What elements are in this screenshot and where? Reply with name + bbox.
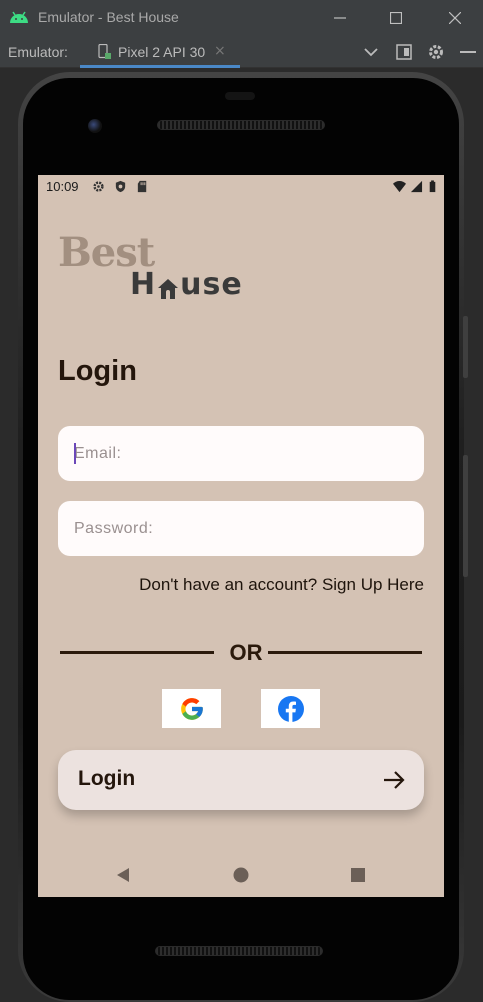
divider-line-left xyxy=(60,651,214,654)
divider-line-right xyxy=(268,651,422,654)
volume-button[interactable] xyxy=(463,455,468,577)
tab-close-icon[interactable]: × xyxy=(214,43,226,59)
proximity-sensor xyxy=(225,92,255,100)
facebook-icon xyxy=(277,695,304,722)
window-titlebar: Emulator - Best House xyxy=(0,0,483,36)
top-speaker xyxy=(157,120,325,130)
page-title: Login xyxy=(58,355,137,387)
google-icon xyxy=(180,697,203,720)
email-field[interactable] xyxy=(58,426,424,481)
system-navigation-bar xyxy=(38,855,444,897)
google-login-button[interactable] xyxy=(162,689,221,728)
or-text: OR xyxy=(229,640,263,665)
signup-link[interactable]: Don't have an account? Sign Up Here xyxy=(139,575,424,595)
email-input[interactable] xyxy=(58,426,424,481)
close-icon[interactable] xyxy=(442,6,468,30)
layout-icon[interactable] xyxy=(394,42,414,62)
facebook-login-button[interactable] xyxy=(261,689,320,728)
emulator-toolbar: Emulator: Pixel 2 API 30 × xyxy=(0,36,483,68)
device-icon xyxy=(98,44,111,59)
password-input[interactable] xyxy=(58,501,424,556)
house-icon xyxy=(157,276,179,302)
status-bar: 10:09 xyxy=(38,175,444,199)
shield-icon xyxy=(115,180,126,193)
front-camera xyxy=(88,119,102,133)
settings-icon xyxy=(93,181,104,192)
password-field[interactable] xyxy=(58,501,424,556)
recents-icon[interactable] xyxy=(348,865,368,885)
sd-card-icon xyxy=(137,180,147,193)
battery-icon xyxy=(429,180,436,193)
login-button[interactable]: Login xyxy=(58,750,424,810)
status-time: 10:09 xyxy=(46,179,79,194)
hide-icon[interactable] xyxy=(458,42,478,62)
wifi-icon xyxy=(393,181,406,193)
window-title: Emulator - Best House xyxy=(38,9,179,25)
tab-label: Pixel 2 API 30 xyxy=(118,44,206,60)
signal-icon xyxy=(410,180,423,193)
power-button[interactable] xyxy=(463,316,468,378)
text-cursor xyxy=(74,443,76,464)
logo-house-h: H xyxy=(130,267,157,302)
active-tab-indicator xyxy=(80,65,240,68)
bottom-speaker xyxy=(155,946,323,956)
minimize-icon[interactable] xyxy=(327,6,353,30)
logo-house: H use xyxy=(130,267,243,302)
gear-icon[interactable] xyxy=(426,42,446,62)
tab-pixel-2-api-30[interactable]: Pixel 2 API 30 × xyxy=(80,36,240,68)
android-icon xyxy=(10,11,28,23)
home-icon[interactable] xyxy=(231,865,251,885)
arrow-right-icon xyxy=(384,771,405,789)
app-screen: 10:09 Best H use Login Email: Don't have… xyxy=(38,175,444,897)
chevron-down-icon[interactable] xyxy=(361,42,381,62)
or-divider: OR xyxy=(60,640,422,665)
login-button-label: Login xyxy=(78,767,136,790)
emulator-label: Emulator: xyxy=(8,44,68,60)
back-icon[interactable] xyxy=(113,865,133,885)
logo-house-use: use xyxy=(180,267,243,302)
maximize-icon[interactable] xyxy=(383,6,409,30)
